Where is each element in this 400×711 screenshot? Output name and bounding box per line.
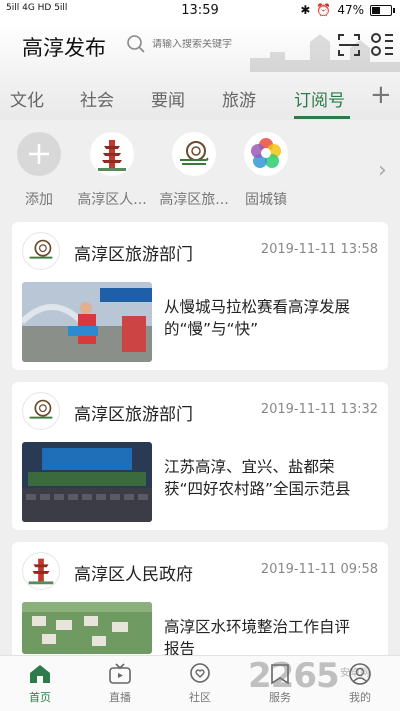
nav-live[interactable]: 直播 <box>90 662 150 705</box>
subscription-gucheng[interactable]: 固城镇 <box>226 132 306 209</box>
app-title: 高淳发布 <box>22 36 106 60</box>
tv-icon <box>109 663 131 684</box>
subscription-tourism[interactable]: 高淳区旅... <box>154 132 234 209</box>
search-icon <box>127 35 145 53</box>
status-bar: 5ill 4G HD 5ill 13:59 ✱ ⏰ 47% <box>0 0 400 22</box>
card-header: 高淳区旅游部门 2019-11-11 13:32 <box>22 392 378 432</box>
subscription-label: 高淳区人... <box>77 192 147 208</box>
article-headline: 从慢城马拉松赛看高淳发展 的“慢”与“快” <box>164 298 351 338</box>
nav-label: 我的 <box>349 691 371 704</box>
article-headline: 高淳区水环境整治工作自评 报告 <box>164 618 351 658</box>
article-thumbnail <box>22 602 152 654</box>
subscription-label: 添加 <box>25 192 53 208</box>
subscription-row: 添加 高淳区人... 高淳区旅... 固城镇 › <box>0 120 400 216</box>
tab-tourism[interactable]: 旅游 <box>222 86 256 111</box>
pagoda-logo-icon <box>90 132 134 176</box>
card-header: 高淳区旅游部门 2019-11-11 13:58 <box>22 232 378 272</box>
subscription-label: 高淳区旅... <box>159 192 229 208</box>
plus-icon <box>17 132 61 176</box>
feed-card[interactable]: 高淳区人民政府 2019-11-11 09:58 高淳区水环境整治工作自评 报告 <box>12 542 388 662</box>
subscription-gov[interactable]: 高淳区人... <box>72 132 152 209</box>
publish-time: 2019-11-11 09:58 <box>260 562 378 577</box>
add-tab-icon[interactable]: + <box>370 80 392 110</box>
heart-chat-icon <box>190 663 210 683</box>
source-name: 高淳区旅游部门 <box>74 405 193 425</box>
home-icon <box>30 665 50 683</box>
watermark: 2265 <box>248 656 340 696</box>
alarm-icon: ⏰ <box>316 3 332 17</box>
snail-logo-icon <box>22 232 60 270</box>
search-input[interactable] <box>152 38 292 50</box>
app-header: 高淳发布 <box>0 22 400 72</box>
feed-card[interactable]: 高淳区旅游部门 2019-11-11 13:32 江苏高淳、宜兴、盐都荣 获“四… <box>12 382 388 530</box>
battery-percent: 47% <box>337 3 364 17</box>
nav-community[interactable]: 社区 <box>170 662 230 705</box>
snail-logo-icon <box>172 132 216 176</box>
chevron-right-icon[interactable]: › <box>378 158 387 183</box>
search-bar[interactable] <box>126 34 292 54</box>
category-tabs: 文化 社会 要闻 旅游 订阅号 + <box>0 72 400 120</box>
status-right: ✱ ⏰ 47% <box>300 3 395 17</box>
nav-label: 首页 <box>29 691 51 704</box>
scan-icon[interactable] <box>338 34 360 56</box>
tab-news[interactable]: 要闻 <box>151 86 185 111</box>
card-header: 高淳区人民政府 2019-11-11 09:58 <box>22 552 378 592</box>
article-thumbnail <box>22 442 152 522</box>
watermark-sub: 安卓网 <box>340 668 370 679</box>
source-name: 高淳区旅游部门 <box>74 245 193 265</box>
battery-icon <box>370 4 395 16</box>
article-thumbnail <box>22 282 152 362</box>
nav-label: 直播 <box>109 691 131 704</box>
subscription-add[interactable]: 添加 <box>0 132 79 209</box>
publish-time: 2019-11-11 13:32 <box>260 402 378 417</box>
article-headline: 江苏高淳、宜兴、盐都荣 获“四好农村路”全国示范县 <box>164 458 351 498</box>
subscription-label: 固城镇 <box>245 192 287 208</box>
flower-logo-icon <box>244 132 288 176</box>
tab-culture[interactable]: 文化 <box>10 86 44 111</box>
feed-card[interactable]: 高淳区旅游部门 2019-11-11 13:58 从慢城马拉松赛看高淳发展 的“… <box>12 222 388 370</box>
tab-subscriptions[interactable]: 订阅号 <box>294 86 345 111</box>
snail-logo-icon <box>22 392 60 430</box>
tab-society[interactable]: 社会 <box>80 86 114 111</box>
pagoda-logo-icon <box>22 552 60 590</box>
active-tab-indicator <box>294 116 350 119</box>
nav-home[interactable]: 首页 <box>10 662 70 705</box>
nav-label: 社区 <box>189 691 211 704</box>
source-name: 高淳区人民政府 <box>74 565 193 585</box>
grid-menu-icon[interactable] <box>370 32 394 58</box>
publish-time: 2019-11-11 13:58 <box>260 242 378 257</box>
bluetooth-icon: ✱ <box>300 3 311 17</box>
